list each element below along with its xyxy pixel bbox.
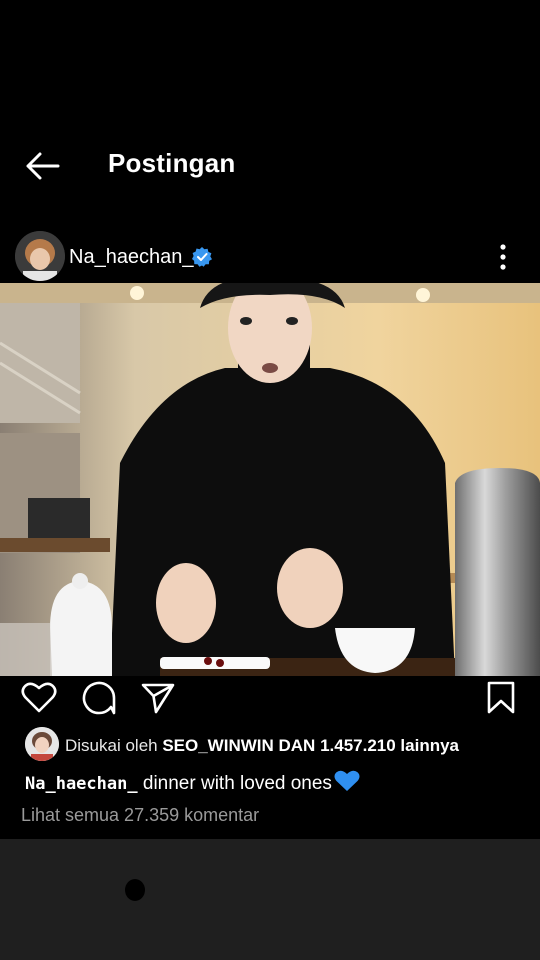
- liker-avatar-image: [25, 727, 59, 761]
- post-image[interactable]: [0, 283, 540, 676]
- page-title: Postingan: [108, 148, 236, 178]
- comment-icon: [82, 681, 116, 715]
- verified-badge-icon: [192, 247, 212, 267]
- blue-heart-icon: [334, 770, 360, 791]
- post-caption: Na_haechan_ dinner with loved ones: [25, 770, 360, 795]
- liker-avatar: [25, 727, 59, 761]
- camera-dot: [125, 879, 145, 901]
- save-button[interactable]: [481, 678, 521, 718]
- arrow-left-icon: [26, 152, 60, 180]
- liker-username[interactable]: SEO_WINWIN: [162, 736, 273, 755]
- view-all-comments-link[interactable]: Lihat semua 27.359 komentar: [21, 805, 259, 826]
- bookmark-icon: [487, 681, 515, 714]
- likes-conjunction: DAN: [273, 736, 321, 755]
- likes-suffix: lainnya: [395, 736, 460, 755]
- like-button[interactable]: [19, 678, 59, 718]
- share-button[interactable]: [138, 678, 178, 718]
- bottom-panel: [0, 839, 540, 960]
- likes-summary[interactable]: Disukai oleh SEO_WINWIN DAN 1.457.210 la…: [0, 726, 540, 762]
- post-header: Na_haechan_: [0, 228, 540, 284]
- send-icon: [141, 683, 175, 714]
- avatar-image: [15, 231, 65, 281]
- post-username[interactable]: Na_haechan_: [69, 246, 194, 269]
- heart-icon: [21, 682, 57, 713]
- post-photo: [0, 283, 540, 676]
- likes-text: Disukai oleh SEO_WINWIN DAN 1.457.210 la…: [65, 736, 459, 756]
- more-options-button[interactable]: [492, 242, 514, 272]
- caption-username[interactable]: Na_haechan_: [25, 774, 138, 794]
- likes-prefix: Disukai oleh: [65, 736, 163, 755]
- top-bar: Postingan: [0, 0, 540, 225]
- comment-button[interactable]: [79, 678, 119, 718]
- avatar[interactable]: [15, 231, 65, 281]
- post-actions: [0, 676, 540, 720]
- likes-count[interactable]: 1.457.210: [320, 736, 396, 755]
- more-vertical-icon: [500, 244, 506, 270]
- caption-text: dinner with loved ones: [137, 773, 332, 794]
- back-button[interactable]: [20, 146, 64, 186]
